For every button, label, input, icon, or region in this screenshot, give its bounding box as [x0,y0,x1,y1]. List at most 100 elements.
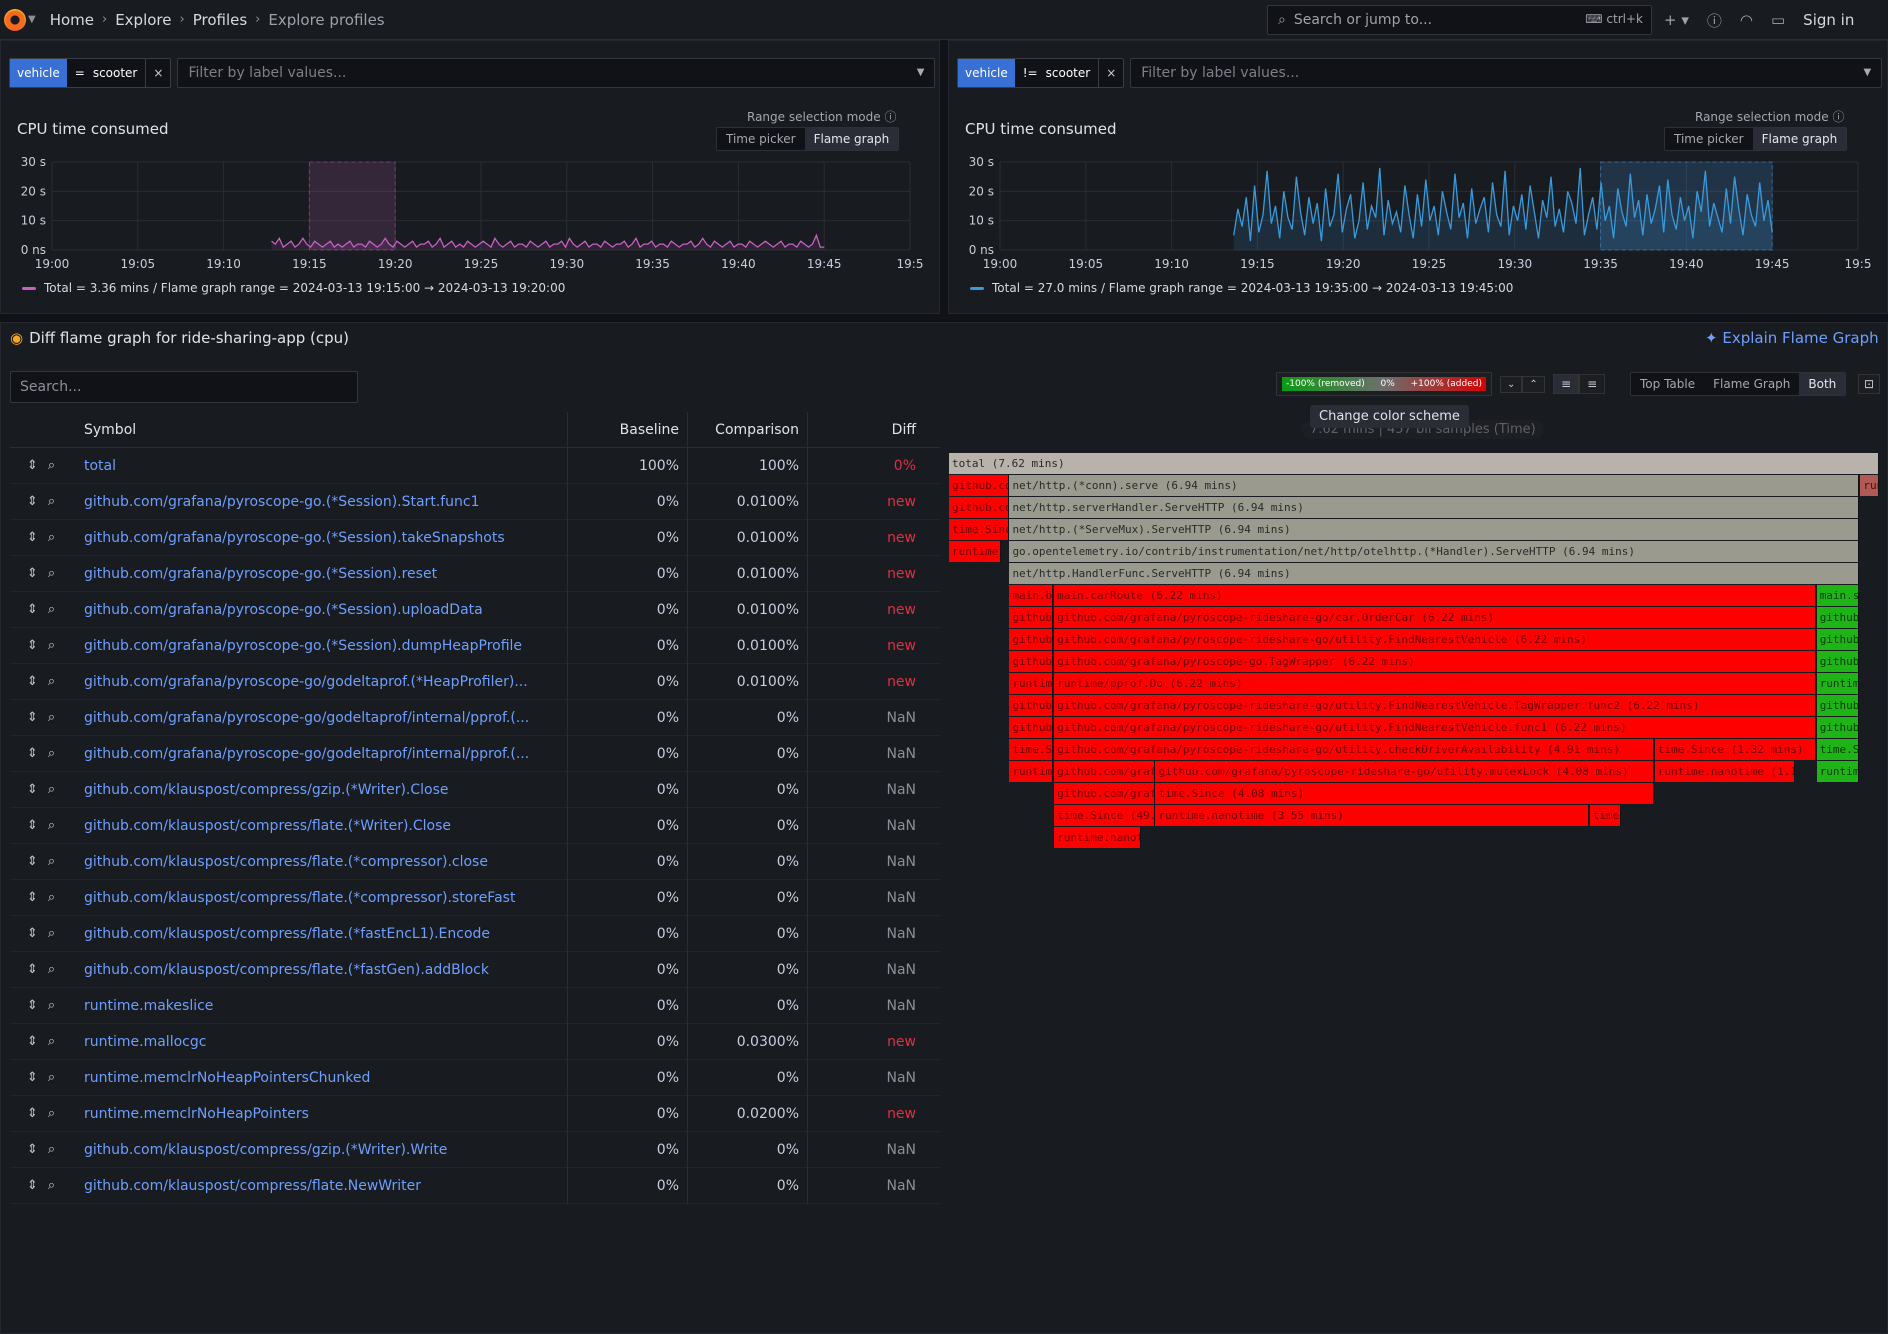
flame-frame[interactable]: runtime.nanotime (1.14 [1654,761,1796,782]
export-icon[interactable]: ⊡ [1858,374,1881,394]
focus-icon[interactable]: ⇕ [27,530,38,545]
baseline-header[interactable]: Baseline [568,411,688,448]
time-picker-option[interactable]: Time picker [1665,128,1753,150]
focus-icon[interactable]: ⇕ [27,1070,38,1085]
flame-frame[interactable]: runtime/pprof.Do (6.22 mins) [1054,673,1816,694]
flame-frame[interactable]: main.s [1816,585,1860,606]
search-icon[interactable]: ⌕ [48,638,55,653]
focus-icon[interactable]: ⇕ [27,1178,38,1193]
flame-frame[interactable]: github [1816,607,1860,628]
focus-icon[interactable]: ⇕ [27,926,38,941]
search-icon[interactable]: ⌕ [48,962,55,977]
table-row[interactable]: ⇕ ⌕ github.com/klauspost/compress/flate.(*… [10,843,940,880]
focus-icon[interactable]: ⇕ [27,854,38,869]
symbol-cell[interactable]: runtime.memclrNoHeapPointers [72,1095,568,1132]
flame-frame[interactable]: main.b [1009,585,1054,606]
flame-frame[interactable]: runtime [949,541,1002,562]
table-row[interactable]: ⇕ ⌕ github.com/klauspost/compress/flate.(*… [10,879,940,916]
symbol-cell[interactable]: github.com/grafana/pyroscope-go/godeltap… [72,735,568,772]
search-icon[interactable]: ⌕ [48,710,55,725]
search-icon[interactable]: ⌕ [48,782,55,797]
flame-frame[interactable]: time.S [1009,739,1054,760]
search-icon[interactable]: ⌕ [48,854,55,869]
focus-icon[interactable]: ⇕ [27,1142,38,1157]
symbol-cell[interactable]: github.com/grafana/pyroscope-go.(*Sessio… [72,591,568,628]
breadcrumb-home[interactable]: Home [50,11,94,29]
flame-frame[interactable]: github [1009,629,1054,650]
diff-header[interactable]: Diff [808,412,928,448]
info-icon[interactable]: ⓘ [1832,110,1844,124]
flame-frame[interactable]: github [1009,695,1054,716]
flame-graph-option[interactable]: Flame graph [1752,128,1847,150]
focus-icon[interactable]: ⇕ [27,710,38,725]
focus-icon[interactable]: ⇕ [27,1106,38,1121]
chevron-down-icon[interactable]: ▼ [28,14,36,25]
grafana-logo-icon[interactable] [4,8,26,31]
comparison-filter-input[interactable]: Filter by label values... ▼ [1130,58,1883,88]
flame-frame[interactable]: github [1816,717,1860,738]
flame-frame[interactable]: time.Since [949,519,1009,540]
symbol-cell[interactable]: github.com/klauspost/compress/flate.(*Wr… [72,807,568,844]
flame-frame[interactable]: runtime.nanot [1054,827,1142,848]
time-picker-option[interactable]: Time picker [717,128,805,150]
tv-mode-icon[interactable]: ▭ [1771,11,1785,29]
search-icon[interactable]: ⌕ [48,494,55,509]
symbol-cell[interactable]: runtime.memclrNoHeapPointersChunked [72,1059,568,1096]
focus-icon[interactable]: ⇕ [27,962,38,977]
symbol-cell[interactable]: github.com/klauspost/compress/flate.(*co… [72,879,568,916]
search-icon[interactable]: ⌕ [48,1070,55,1085]
flame-frame[interactable]: github [1816,629,1860,650]
symbol-cell[interactable]: github.com/grafana/pyroscope-go.(*Sessio… [72,519,568,556]
comparison-label-filter[interactable]: vehicle != scooter × [957,58,1125,88]
search-icon[interactable]: ⌕ [48,998,55,1013]
baseline-cpu-chart[interactable]: 0 ns 10 s 20 s 30 s 19:00 19:05 19:10 19:15 19:2… [0,150,940,280]
table-row[interactable]: ⇕ ⌕ github.com/grafana/pyroscope-go.(*Sess… [10,591,940,628]
flame-frame[interactable]: github.com/grafana/pyroscope-go.TagWrapp… [1054,651,1816,672]
baseline-label-filter[interactable]: vehicle = scooter × [9,58,172,88]
search-icon[interactable]: ⌕ [48,1142,55,1157]
symbol-cell[interactable]: github.com/klauspost/compress/gzip.(*Wri… [72,771,568,808]
focus-icon[interactable]: ⇕ [27,602,38,617]
flame-frame[interactable]: time.S [1816,739,1860,760]
table-row[interactable]: ⇕ ⌕ github.com/grafana/pyroscope-go.(*Sess… [10,555,940,592]
flame-graph-view-option[interactable]: Flame Graph [1704,373,1799,395]
explain-flame-graph-button[interactable]: ✦ Explain Flame Graph [1705,329,1879,347]
search-icon[interactable]: ⌕ [48,818,55,833]
search-icon[interactable]: ⌕ [48,566,55,581]
focus-icon[interactable]: ⇕ [27,494,38,509]
focus-icon[interactable]: ⇕ [27,890,38,905]
breadcrumb-profiles[interactable]: Profiles [193,11,247,29]
table-row[interactable]: ⇕ ⌕ github.com/klauspost/compress/flate.(*… [10,915,940,952]
symbol-cell[interactable]: github.com/grafana/pyroscope-go.(*Sessio… [72,555,568,592]
remove-filter-icon[interactable]: × [145,59,170,87]
flame-frame[interactable]: github [1816,651,1860,672]
flame-frame[interactable]: github.com/grafana/pyroscope-rideshare-g… [1054,695,1816,716]
focus-icon[interactable]: ⇕ [27,638,38,653]
table-row[interactable]: ⇕ ⌕ github.com/klauspost/compress/gzip.(*W… [10,1131,940,1168]
top-table-option[interactable]: Top Table [1631,373,1704,395]
search-icon[interactable]: ⌕ [48,1178,55,1193]
flame-frame[interactable]: github [1009,717,1054,738]
flame-frame[interactable]: github.com/grafana/pyroscope-rideshare-g… [1054,739,1654,760]
symbol-cell[interactable]: github.com/grafana/pyroscope-go/godeltap… [72,699,568,736]
table-row[interactable]: ⇕ ⌕ github.com/klauspost/compress/flate.(*… [10,807,940,844]
symbol-cell[interactable]: github.com/klauspost/compress/flate.(*co… [72,843,568,880]
flame-frame[interactable]: github [1009,651,1054,672]
flame-frame[interactable]: github.co [949,497,1009,518]
flame-frame[interactable]: net/http.(*conn).serve (6.94 mins) [1009,475,1860,496]
symbol-cell[interactable]: github.com/klauspost/compress/flate.NewW… [72,1167,568,1204]
table-row[interactable]: ⇕ ⌕ github.com/klauspost/compress/gzip.(*W… [10,771,940,808]
table-row[interactable]: ⇕ ⌕ github.com/grafana/pyroscope-go.(*Sess… [10,483,940,520]
align-left-icon[interactable]: ≡ [1553,374,1580,394]
table-row[interactable]: ⇕ ⌕ runtime.mallocgc 0% 0.0300% new [10,1023,940,1060]
table-row[interactable]: ⇕ ⌕ github.com/klauspost/compress/flate.Ne… [10,1167,940,1204]
symbol-cell[interactable]: github.com/klauspost/compress/gzip.(*Wri… [72,1131,568,1168]
flame-frame[interactable]: github.com/grafana/pyroscope-rideshare-g… [1155,761,1654,782]
symbol-cell[interactable]: total [72,447,568,484]
focus-icon[interactable]: ⇕ [27,998,38,1013]
add-icon[interactable]: + ▾ [1664,11,1689,29]
table-row[interactable]: ⇕ ⌕ total 100% 100% 0% [10,447,940,484]
search-icon[interactable]: ⌕ [48,890,55,905]
flame-frame[interactable]: github.co [949,475,1009,496]
focus-icon[interactable]: ⇕ [27,566,38,581]
